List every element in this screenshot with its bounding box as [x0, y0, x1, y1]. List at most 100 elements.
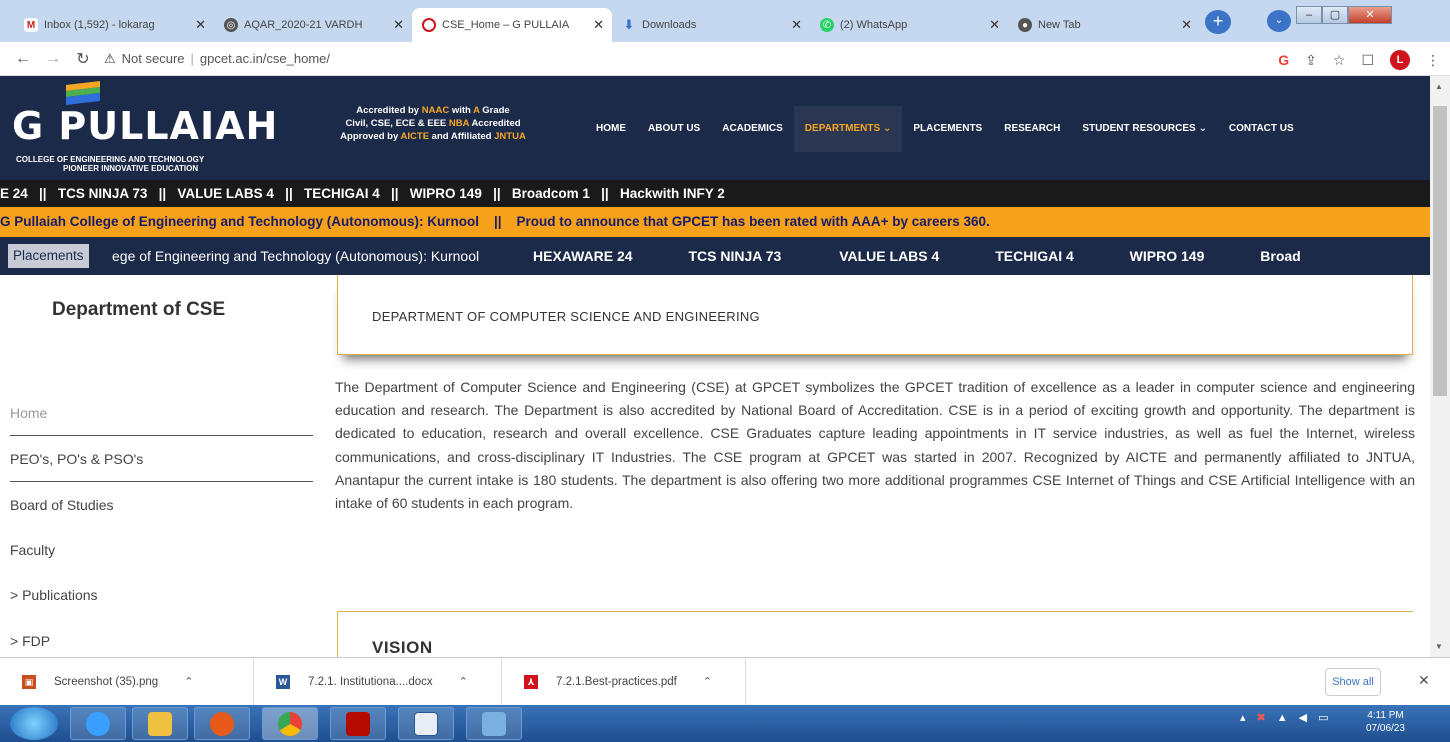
image-file-icon: ▣	[22, 674, 36, 689]
show-all-button[interactable]: Show all	[1325, 668, 1381, 696]
url-field[interactable]: ⚠ Not secure | gpcet.ac.in/cse_home/	[104, 51, 330, 67]
google-icon[interactable]: G	[1278, 52, 1289, 68]
college-tagline: PIONEER INNOVATIVE EDUCATION	[63, 164, 199, 173]
main-navigation: HOME ABOUT US ACADEMICS DEPARTMENTS ⌄ PL…	[585, 106, 1305, 152]
download-item-pdf[interactable]: ⅄ 7.2.1.Best-practices.pdf ⌃	[502, 657, 746, 706]
nav-academics[interactable]: ACADEMICS	[711, 106, 794, 152]
nav-home[interactable]: HOME	[585, 106, 637, 152]
download-bar: ▣ Screenshot (35).png ⌃ W 7.2.1. Institu…	[0, 657, 1450, 706]
forward-arrow-icon[interactable]: →	[38, 50, 68, 68]
tab-new-tab[interactable]: ● New Tab ✕	[1008, 8, 1200, 42]
tab-whatsapp[interactable]: ✆ (2) WhatsApp ✕	[810, 8, 1008, 42]
nav-placements[interactable]: PLACEMENTS	[902, 106, 993, 152]
network-icon[interactable]: ▲	[1277, 712, 1288, 724]
nav-about-us[interactable]: ABOUT US	[637, 106, 711, 152]
tab-search-chevron-icon[interactable]: ⌄	[1267, 10, 1291, 32]
sidebar-item-publications[interactable]: > Publications	[10, 572, 313, 618]
pdf-file-icon: ⅄	[524, 674, 538, 689]
taskbar-explorer[interactable]	[132, 707, 188, 740]
close-tab-icon[interactable]: ✕	[195, 17, 206, 33]
department-heading-card: DEPARTMENT OF COMPUTER SCIENCE AND ENGIN…	[337, 275, 1413, 355]
maximize-button[interactable]: ▢	[1322, 6, 1348, 24]
placements-label: Placements	[8, 244, 89, 268]
warning-icon: ⚠	[104, 50, 116, 66]
reload-icon[interactable]: ↻	[68, 49, 98, 69]
system-tray: ▴ ✖ ▲ ◀ ▭	[1240, 711, 1329, 725]
media-player-icon	[210, 711, 234, 736]
accreditation-text: Accredited by NAAC with A Grade Civil, C…	[340, 105, 526, 142]
folder-icon	[148, 711, 172, 736]
tab-aqar[interactable]: ◎ AQAR_2020-21 VARDH ✕	[214, 8, 412, 42]
taskbar-window[interactable]	[466, 707, 522, 740]
window-close-button[interactable]: ✕	[1348, 6, 1392, 24]
taskbar-media[interactable]	[194, 707, 250, 740]
tray-expand-icon[interactable]: ▴	[1240, 711, 1246, 724]
sidebar-item-board-of-studies[interactable]: Board of Studies	[10, 482, 313, 528]
close-tab-icon[interactable]: ✕	[593, 17, 604, 33]
acrobat-icon	[346, 711, 370, 736]
system-clock[interactable]: 4:11 PM 07/06/23	[1366, 709, 1405, 735]
chrome-icon: ●	[1018, 18, 1032, 32]
department-sidebar: Department of CSE Home PEO's, PO's & PSO…	[0, 275, 315, 657]
download-icon: ⬇	[623, 17, 635, 32]
close-tab-icon[interactable]: ✕	[393, 17, 404, 33]
security-label: Not secure	[121, 51, 185, 66]
close-download-bar-icon[interactable]: ✕	[1418, 672, 1430, 689]
sidebar-title: Department of CSE	[52, 299, 226, 320]
nav-student-resources[interactable]: STUDENT RESOURCES ⌄	[1071, 106, 1218, 152]
main-content: DEPARTMENT OF COMPUTER SCIENCE AND ENGIN…	[315, 275, 1430, 671]
gmail-icon: M	[24, 18, 38, 32]
chevron-up-icon[interactable]: ⌃	[184, 675, 193, 688]
site-header: G PULLAIAH COLLEGE OF ENGINEERING AND TE…	[0, 76, 1430, 180]
window-controls: – ▢ ✕	[1296, 6, 1392, 24]
menu-kebab-icon[interactable]: ⋮	[1426, 52, 1440, 69]
word-file-icon: W	[276, 674, 290, 689]
announcement-ticker: G Pullaiah College of Engineering and Te…	[0, 207, 1430, 237]
taskbar-ie[interactable]	[70, 707, 126, 740]
tab-inbox[interactable]: M Inbox (1,592) - lokarag ✕	[14, 8, 214, 42]
taskbar-word[interactable]	[398, 707, 454, 740]
college-logo-text[interactable]: G PULLAIAH	[12, 104, 278, 148]
chrome-icon	[278, 711, 302, 736]
scrollbar-thumb[interactable]	[1433, 106, 1447, 396]
download-item-docx[interactable]: W 7.2.1. Institutiona....docx ⌃	[254, 657, 502, 706]
taskbar-acrobat[interactable]	[330, 707, 386, 740]
new-tab-button[interactable]: +	[1205, 10, 1231, 34]
page-scrollbar[interactable]: ▲ ▼	[1430, 76, 1450, 657]
action-center-icon[interactable]: ▭	[1318, 711, 1328, 724]
sidebar-item-home[interactable]: Home	[10, 390, 313, 436]
nav-contact-us[interactable]: CONTACT US	[1218, 106, 1305, 152]
close-tab-icon[interactable]: ✕	[1181, 17, 1192, 33]
nav-departments[interactable]: DEPARTMENTS ⌄	[793, 106, 903, 152]
volume-icon[interactable]: ◀	[1299, 711, 1307, 724]
college-full-name: COLLEGE OF ENGINEERING AND TECHNOLOGY	[16, 155, 205, 164]
scroll-down-icon[interactable]: ▼	[1435, 642, 1443, 651]
tab-cse-home[interactable]: CSE_Home – G PULLAIA ✕	[412, 8, 612, 42]
tab-downloads[interactable]: ⬇ Downloads ✕	[612, 8, 810, 42]
minimize-button[interactable]: –	[1296, 6, 1322, 24]
sidebar-item-faculty[interactable]: Faculty	[10, 527, 313, 573]
start-button[interactable]	[10, 707, 58, 740]
side-panel-icon[interactable]: ☐	[1361, 52, 1374, 69]
url-text: gpcet.ac.in/cse_home/	[199, 51, 330, 66]
sidebar-item-peos[interactable]: PEO's, PO's & PSO's	[10, 436, 313, 482]
security-tray-icon[interactable]: ✖	[1257, 711, 1266, 724]
placements-ticker: E 24 || TCS NINJA 73 || VALUE LABS 4 || …	[0, 180, 1430, 207]
scroll-up-icon[interactable]: ▲	[1435, 82, 1443, 91]
back-arrow-icon[interactable]: ←	[8, 50, 38, 68]
taskbar-chrome[interactable]	[262, 707, 318, 740]
chevron-up-icon[interactable]: ⌃	[703, 675, 712, 688]
internet-explorer-icon	[86, 711, 110, 736]
word-icon	[414, 711, 438, 736]
close-tab-icon[interactable]: ✕	[989, 17, 1000, 33]
download-item-screenshot[interactable]: ▣ Screenshot (35).png ⌃	[0, 657, 254, 706]
nav-research[interactable]: RESEARCH	[993, 106, 1071, 152]
chevron-up-icon[interactable]: ⌃	[459, 675, 468, 688]
site-icon	[422, 18, 436, 32]
bookmark-star-icon[interactable]: ☆	[1333, 52, 1346, 69]
browser-tab-bar: M Inbox (1,592) - lokarag ✕ ◎ AQAR_2020-…	[0, 0, 1450, 42]
department-description: The Department of Computer Science and E…	[335, 379, 1415, 512]
share-icon[interactable]: ⇪	[1305, 52, 1317, 69]
profile-avatar[interactable]: L	[1390, 50, 1410, 70]
close-tab-icon[interactable]: ✕	[791, 17, 802, 33]
